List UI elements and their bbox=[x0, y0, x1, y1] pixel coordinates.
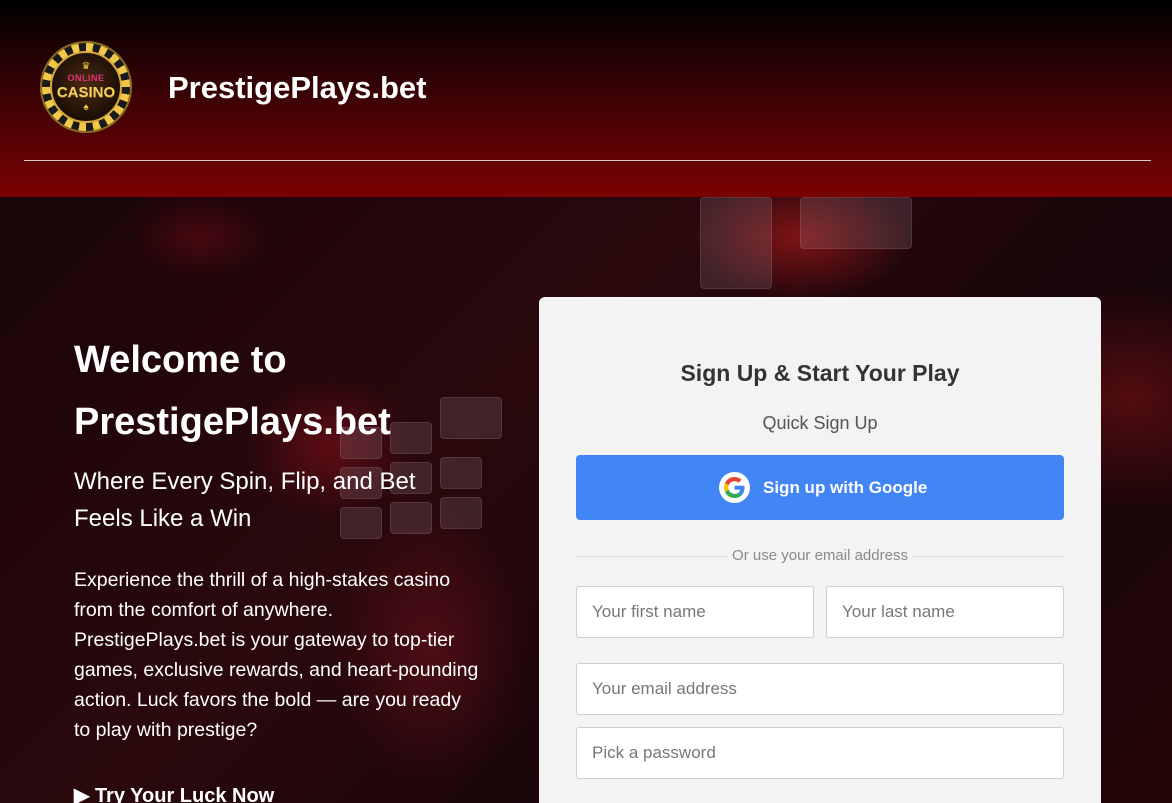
casino-logo-center: ♛ ONLINE CASINO ♠ bbox=[50, 51, 122, 123]
try-luck-link[interactable]: ▶ Try Your Luck Now bbox=[74, 783, 274, 803]
signup-title: Sign Up & Start Your Play bbox=[680, 360, 960, 386]
google-button-label: Sign up with Google bbox=[763, 478, 928, 497]
google-signup-button[interactable]: Sign up with Google bbox=[576, 455, 1064, 520]
header-divider bbox=[24, 160, 1151, 161]
logo-casino-text: CASINO bbox=[56, 84, 116, 101]
hero-section: Welcome to PrestigePlays.bet Where Every… bbox=[0, 197, 1172, 803]
hero-title-line1: Welcome to bbox=[74, 339, 287, 381]
email-divider: Or use your email address bbox=[539, 547, 1101, 565]
google-icon-badge bbox=[719, 472, 750, 503]
background-reel bbox=[700, 197, 772, 289]
casino-logo[interactable]: ♛ ONLINE CASINO ♠ bbox=[40, 41, 132, 133]
hero-subtitle: Where Every Spin, Flip, and Bet Feels Li… bbox=[74, 468, 416, 532]
background-reel bbox=[800, 197, 912, 249]
spade-icon: ♠ bbox=[83, 102, 89, 113]
site-header: ♛ ONLINE CASINO ♠ PrestigePlays.bet bbox=[0, 0, 1172, 197]
crown-icon: ♛ bbox=[81, 61, 91, 72]
signup-subtitle: Quick Sign Up bbox=[762, 413, 878, 433]
first-name-input[interactable] bbox=[576, 586, 814, 638]
hero-title: Welcome to PrestigePlays.bet bbox=[74, 329, 514, 453]
last-name-input[interactable] bbox=[826, 586, 1064, 638]
divider-label: Or use your email address bbox=[728, 547, 912, 564]
email-input[interactable] bbox=[576, 663, 1064, 715]
hero-title-line2: PrestigePlays.bet bbox=[74, 401, 391, 443]
logo-online-text: ONLINE bbox=[67, 73, 105, 83]
google-g-icon bbox=[724, 477, 745, 498]
brand-name[interactable]: PrestigePlays.bet bbox=[168, 70, 426, 106]
password-input[interactable] bbox=[576, 727, 1064, 779]
hero-description: Experience the thrill of a high-stakes c… bbox=[74, 569, 479, 741]
signup-card: Sign Up & Start Your Play Quick Sign Up … bbox=[539, 297, 1101, 803]
